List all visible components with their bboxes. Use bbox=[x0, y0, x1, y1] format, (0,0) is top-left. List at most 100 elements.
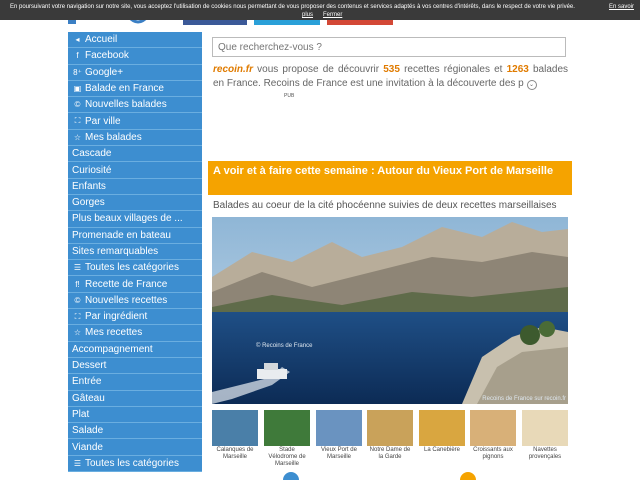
thumbnail-item[interactable]: La Canebière bbox=[419, 410, 465, 454]
thumbnail-image bbox=[316, 410, 362, 446]
sidebar-item-label: Facebook bbox=[85, 50, 129, 62]
thumbnail-image bbox=[470, 410, 516, 446]
ad-label: PUB bbox=[284, 93, 295, 99]
thumbnail-image bbox=[419, 410, 465, 446]
sidebar-item[interactable]: ☰ Toutes les catégories bbox=[68, 455, 202, 473]
intro-part: vous propose de découvrir bbox=[253, 64, 384, 75]
sidebar-item-icon: © bbox=[74, 100, 81, 110]
sidebar-item-label: Gorges bbox=[72, 197, 105, 209]
sidebar-item[interactable]: © Nouvelles balades bbox=[68, 97, 202, 114]
sidebar-item[interactable]: Promenade en bateau bbox=[68, 227, 202, 244]
sidebar-item[interactable]: f Facebook bbox=[68, 48, 202, 65]
sidebar-item[interactable]: Cascade bbox=[68, 146, 202, 163]
sidebar-item-label: Mes recettes bbox=[85, 327, 143, 339]
sidebar-item[interactable]: Accompagnement bbox=[68, 341, 202, 358]
sidebar-item-label: Mes balades bbox=[85, 131, 142, 143]
sidebar-item[interactable]: ☆ Mes balades bbox=[68, 129, 202, 147]
recettes-count: 1263 bbox=[506, 64, 529, 75]
sidebar-item[interactable]: Enfants bbox=[68, 178, 202, 195]
sidebar-item-icon: ☆ bbox=[73, 328, 82, 338]
sidebar-item[interactable]: Viande bbox=[68, 439, 202, 456]
sidebar-item-icon: ◂ bbox=[75, 35, 80, 45]
sidebar-item[interactable]: ☆ Mes recettes bbox=[68, 325, 202, 342]
sidebar-item-label: Plat bbox=[72, 408, 90, 420]
sidebar-item[interactable]: ◂ Accueil bbox=[68, 32, 202, 49]
weekly-headline[interactable]: A voir et à faire cette semaine : Autour… bbox=[208, 161, 572, 195]
sidebar-item[interactable]: Salade bbox=[68, 423, 202, 440]
landscape-image bbox=[212, 217, 568, 404]
photo-watermark: © Recoins de France bbox=[256, 343, 313, 349]
sidebar-item-label: Cascade bbox=[72, 148, 112, 160]
sidebar-item[interactable]: Curiosité bbox=[68, 162, 202, 179]
thumbnail-item[interactable]: Calanques de Marseille bbox=[212, 410, 258, 461]
sidebar-item[interactable]: ⛶ Par ingrédient bbox=[68, 309, 202, 326]
thumbnail-image bbox=[367, 410, 413, 446]
sidebar-item[interactable]: © Nouvelles recettes bbox=[68, 292, 202, 310]
sidebar-item[interactable]: f! Recette de France bbox=[68, 276, 202, 293]
sidebar-item[interactable]: Gâteau bbox=[68, 390, 202, 407]
intro-part: recettes régionales et bbox=[399, 64, 507, 75]
sidebar-item-label: Gâteau bbox=[72, 392, 105, 404]
sidebar-item-label: Promenade en bateau bbox=[72, 229, 171, 241]
thumbnail-caption: Vieux Port de Marseille bbox=[321, 447, 357, 460]
weekly-subtitle: Balades au coeur de la cité phocéenne su… bbox=[213, 200, 557, 211]
sidebar-item-label: Recette de France bbox=[85, 278, 168, 290]
sidebar-item-label: Accompagnement bbox=[72, 343, 153, 355]
sidebar-item-icon: ▣ bbox=[73, 84, 82, 94]
sidebar-item-icon: ⛶ bbox=[74, 116, 81, 126]
sidebar-item[interactable]: Plus beaux villages de ... bbox=[68, 211, 202, 228]
thumbnail-item[interactable]: Navettes provençales bbox=[522, 410, 568, 461]
sidebar-item[interactable]: Dessert bbox=[68, 357, 202, 375]
sidebar-item-icon: ☰ bbox=[73, 263, 82, 273]
thumbnail-image bbox=[522, 410, 568, 446]
sidebar-item-icon: ⛶ bbox=[74, 311, 81, 321]
sidebar-item-label: Par ville bbox=[85, 115, 121, 127]
thumbnail-item[interactable]: Croissants aux pignons bbox=[470, 410, 516, 461]
calanques-photo[interactable]: © Recoins de France Recoins de France su… bbox=[212, 217, 568, 404]
sidebar-item[interactable]: 8⁺ Google+ bbox=[68, 64, 202, 81]
thumbnail-caption: Navettes provençales bbox=[528, 447, 562, 460]
sidebar-item-icon: f bbox=[76, 51, 79, 61]
cookie-message: En poursuivant votre navigation sur notr… bbox=[10, 4, 575, 10]
sidebar-item-icon: © bbox=[74, 295, 81, 305]
cookie-close-link[interactable]: Fermer bbox=[323, 11, 342, 19]
thumbnail-caption: La Canebière bbox=[423, 447, 461, 453]
sidebar-item[interactable]: Entrée bbox=[68, 374, 202, 391]
thumbnail-item[interactable]: Notre Dame de la Garde bbox=[367, 410, 413, 461]
cookie-more-link[interactable]: En savoir bbox=[609, 3, 634, 11]
photo-credit: Recoins de France sur recoin.fr bbox=[482, 396, 566, 402]
sidebar-item[interactable]: Plat bbox=[68, 406, 202, 424]
sidebar-item-label: Toutes les catégories bbox=[85, 262, 179, 274]
sidebar-item-label: Dessert bbox=[72, 360, 107, 372]
sidebar-item-icon: 8⁺ bbox=[73, 67, 82, 77]
sidebar-item-label: Accueil bbox=[85, 34, 118, 46]
thumbnail-item[interactable]: Stade Vélodrome de Marseille bbox=[264, 410, 310, 468]
sidebar-item-label: Google+ bbox=[85, 66, 124, 78]
thumbnail-item[interactable]: Vieux Port de Marseille bbox=[316, 410, 362, 461]
sidebar-nav: ◂ Accueil f Facebook 8⁺ Google+ ▣ Balade en Fra… bbox=[68, 32, 202, 473]
cookie-more-link-2[interactable]: plus bbox=[302, 11, 313, 19]
sidebar-item[interactable]: ⛶ Par ville bbox=[68, 113, 202, 130]
sidebar-item[interactable]: Gorges bbox=[68, 194, 202, 212]
brand-name: recoin.fr bbox=[213, 64, 254, 75]
cookie-banner: En poursuivant votre navigation sur notr… bbox=[0, 0, 640, 20]
sidebar-item[interactable]: Sites remarquables bbox=[68, 243, 202, 261]
intro-text: recoin.fr vous propose de découvrir 535 … bbox=[213, 63, 568, 91]
thumbnail-caption: Notre Dame de la Garde bbox=[369, 447, 411, 460]
sidebar-item-label: Par ingrédient bbox=[85, 311, 148, 323]
bottom-icon bbox=[283, 472, 299, 480]
sidebar-item-label: Toutes les catégories bbox=[85, 457, 179, 469]
thumbnail-image bbox=[212, 410, 258, 446]
sidebar-item-label: Salade bbox=[72, 425, 104, 437]
search-input[interactable] bbox=[212, 37, 566, 57]
sidebar-item-label: Sites remarquables bbox=[72, 246, 159, 257]
sidebar-item[interactable]: ▣ Balade en France bbox=[68, 80, 202, 98]
sidebar-item-icon: ☆ bbox=[73, 132, 82, 142]
thumbnail-caption: Calanques de Marseille bbox=[216, 447, 254, 460]
sidebar-item[interactable]: ☰ Toutes les catégories bbox=[68, 260, 202, 277]
sidebar-item-label: Curiosité bbox=[72, 164, 112, 176]
expand-toggle-icon[interactable]: ⌄ bbox=[526, 80, 537, 90]
sidebar-item-label: Balade en France bbox=[85, 83, 164, 95]
sidebar-item-label: Enfants bbox=[72, 180, 106, 192]
sidebar-item-label: Viande bbox=[72, 441, 103, 453]
